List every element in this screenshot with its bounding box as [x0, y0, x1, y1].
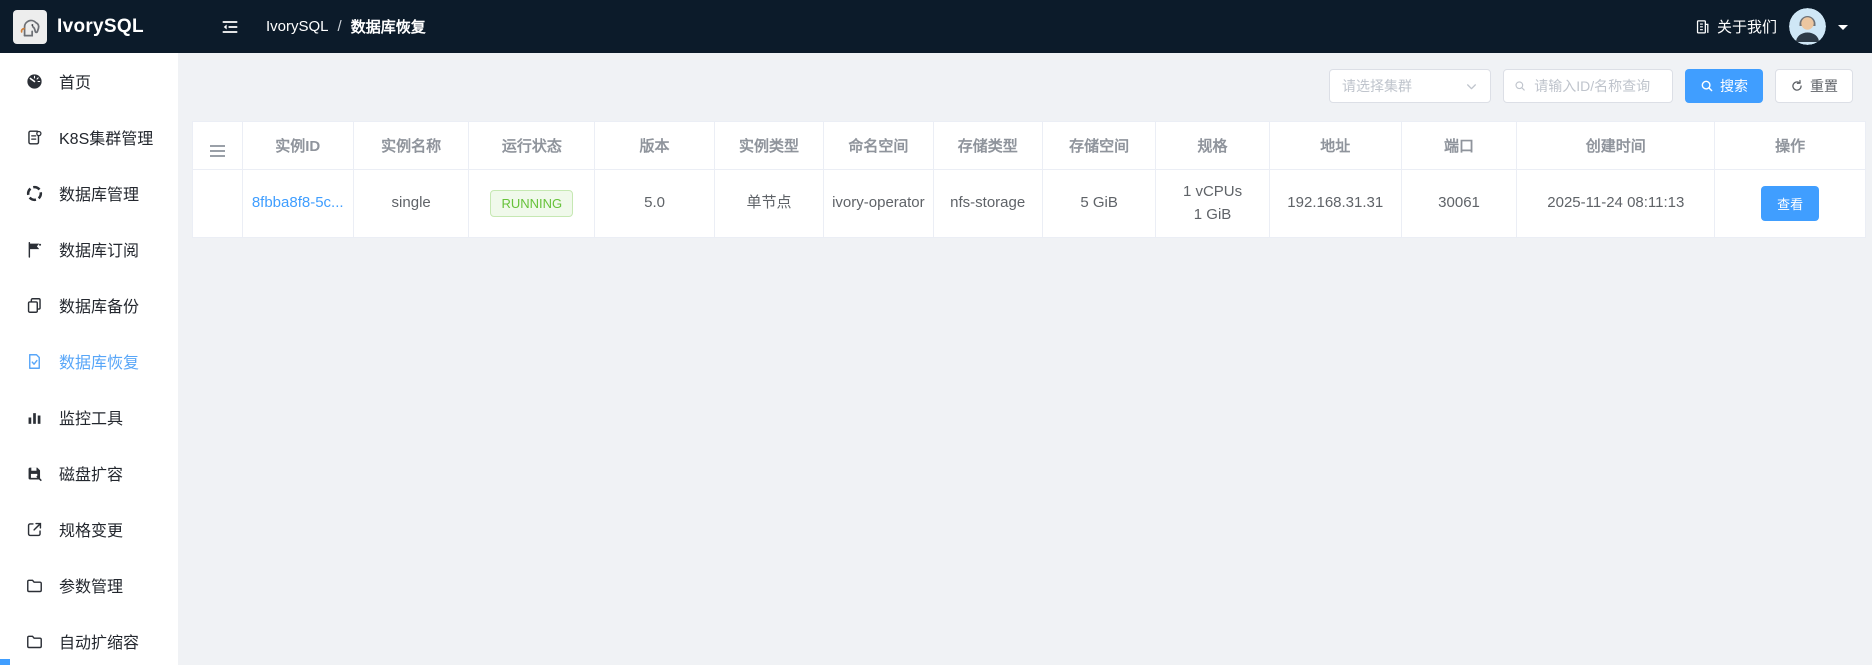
column-status: 运行状态	[468, 121, 596, 170]
column-instance-name: 实例名称	[352, 121, 470, 170]
spec-memory: 1 GiB	[1193, 205, 1232, 223]
column-address: 地址	[1268, 121, 1402, 170]
sidebar-item-label: 磁盘扩容	[59, 467, 124, 484]
view-button[interactable]: 查看	[1761, 186, 1820, 221]
sidebar-item-database-subscription[interactable]: 数据库订阅	[0, 221, 178, 277]
version-cell: 5.0	[594, 169, 715, 238]
search-icon	[1515, 81, 1525, 91]
column-namespace: 命名空间	[823, 121, 934, 170]
sidebar-item-label: 数据库备份	[59, 299, 140, 316]
column-version: 版本	[594, 121, 715, 170]
sidebar-item-database-restore[interactable]: 数据库恢复	[0, 333, 178, 389]
sidebar-item-auto-scale[interactable]: 自动扩缩容	[0, 613, 178, 665]
restore-icon	[29, 353, 40, 369]
brand: IvorySQL	[0, 9, 178, 44]
breadcrumb-current: 数据库恢复	[350, 19, 426, 36]
filter-bar: 请选择集群 搜索 重置	[178, 53, 1872, 103]
sidebar-item-database-manage[interactable]: 数据库管理	[0, 165, 178, 221]
monitor-icon	[28, 412, 41, 424]
sidebar-item-monitor-tools[interactable]: 监控工具	[0, 389, 178, 445]
column-port: 端口	[1400, 121, 1518, 170]
column-created-at: 创建时间	[1516, 121, 1716, 170]
building-icon	[1696, 20, 1709, 34]
table-header-row: 实例ID 实例名称 运行状态 版本 实例类型 命名空间 存储类型 存储空间 规格…	[192, 121, 1866, 170]
subscription-icon	[28, 241, 42, 258]
sidebar-item-label: 数据库管理	[59, 187, 140, 204]
chevron-down-icon	[1467, 83, 1476, 89]
search-input[interactable]	[1532, 77, 1662, 95]
about-us-label: 关于我们	[1716, 19, 1777, 36]
cluster-select-placeholder: 请选择集群	[1342, 78, 1412, 94]
sidebar-item-label: 数据库恢复	[59, 355, 140, 372]
cluster-icon	[28, 129, 42, 145]
status-badge: RUNNING	[490, 189, 574, 218]
spec-change-icon	[27, 522, 42, 536]
spec-cell: 1 vCPUs 1 GiB	[1155, 169, 1270, 238]
dashboard-icon	[27, 73, 42, 89]
column-instance-id: 实例ID	[241, 121, 354, 170]
sidebar-item-label: 规格变更	[59, 523, 124, 540]
disk-icon	[28, 467, 42, 481]
search-button[interactable]: 搜索	[1685, 69, 1763, 103]
column-storage-type: 存储类型	[932, 121, 1043, 170]
sidebar-item-database-backup[interactable]: 数据库备份	[0, 277, 178, 333]
sidebar-item-label: 监控工具	[59, 411, 124, 428]
ivorysql-logo-icon	[13, 9, 47, 44]
breadcrumb-separator: /	[337, 18, 342, 35]
sidebar-scroll-indicator	[0, 659, 10, 665]
namespace-cell: ivory-operator	[823, 169, 934, 238]
sidebar-item-label: 参数管理	[59, 579, 124, 596]
instance-name-cell: single	[352, 169, 470, 238]
address-cell: 192.168.31.31	[1268, 169, 1402, 238]
sidebar-item-k8s-cluster[interactable]: K8S集群管理	[0, 109, 178, 165]
chevron-down-icon[interactable]	[1838, 24, 1848, 35]
reset-button[interactable]: 重置	[1775, 69, 1853, 103]
user-avatar[interactable]	[1789, 8, 1826, 45]
sidebar-item-disk-expand[interactable]: 磁盘扩容	[0, 445, 178, 501]
sidebar-item-label: K8S集群管理	[59, 131, 154, 148]
reset-button-label: 重置	[1810, 78, 1838, 94]
port-cell: 30061	[1400, 169, 1518, 238]
instances-table: 实例ID 实例名称 运行状态 版本 实例类型 命名空间 存储类型 存储空间 规格…	[192, 121, 1866, 238]
column-storage-size: 存储空间	[1041, 121, 1157, 170]
sidebar-item-param-manage[interactable]: 参数管理	[0, 557, 178, 613]
search-icon	[1701, 80, 1713, 92]
row-expand-cell	[192, 169, 243, 238]
column-instance-type: 实例类型	[713, 121, 825, 170]
sidebar-item-label: 数据库订阅	[59, 243, 140, 260]
sidebar: 首页 K8S集群管理 数据库管理 数据库订阅 数据库备份 数据库恢复 监控工具 …	[0, 53, 178, 665]
breadcrumb-root[interactable]: IvorySQL	[266, 18, 329, 35]
storage-size-cell: 5 GiB	[1041, 169, 1157, 238]
breadcrumb: IvorySQL / 数据库恢复	[266, 16, 426, 37]
sidebar-item-label: 自动扩缩容	[59, 635, 140, 652]
folder-icon	[27, 579, 42, 592]
sidebar-item-home[interactable]: 首页	[0, 53, 178, 109]
created-at-cell: 2025-11-24 08:11:13	[1516, 169, 1716, 238]
cluster-select[interactable]: 请选择集群	[1329, 69, 1491, 103]
refresh-icon	[1792, 79, 1802, 91]
column-actions: 操作	[1714, 121, 1866, 170]
spec-cpu: 1 vCPUs	[1182, 183, 1243, 200]
brand-name: IvorySQL	[57, 15, 144, 37]
sidebar-item-label: 首页	[59, 75, 92, 92]
menu-fold-icon[interactable]	[220, 17, 240, 37]
column-spec: 规格	[1155, 121, 1270, 170]
top-navbar: IvorySQL IvorySQL / 数据库恢复 关于我们	[0, 0, 1872, 53]
search-field	[1503, 69, 1673, 103]
storage-type-cell: nfs-storage	[932, 169, 1043, 238]
instance-type-cell: 单节点	[713, 169, 825, 238]
column-settings-icon[interactable]	[209, 145, 225, 157]
navbar-right: 关于我们	[1694, 8, 1872, 45]
database-manage-icon	[26, 185, 43, 201]
search-button-label: 搜索	[1720, 78, 1748, 94]
instance-id-link[interactable]: 8fbba8f8-5c...	[252, 194, 344, 211]
folder-icon	[27, 635, 42, 648]
column-settings-header	[192, 121, 243, 170]
backup-icon	[27, 297, 41, 313]
about-us-link[interactable]: 关于我们	[1694, 16, 1777, 37]
sidebar-item-spec-change[interactable]: 规格变更	[0, 501, 178, 557]
table-row: 8fbba8f8-5c... single RUNNING 5.0 单节点 iv…	[192, 169, 1866, 238]
